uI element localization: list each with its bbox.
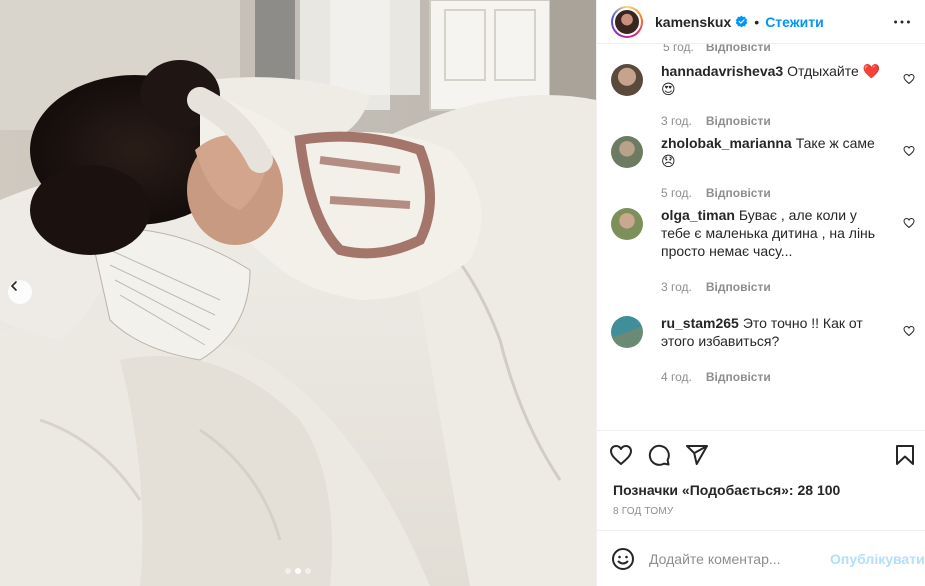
carousel-prev-button[interactable]: [8, 280, 32, 304]
header-separator: •: [754, 13, 760, 30]
reply-button[interactable]: Відповісти: [706, 112, 771, 130]
comment-button[interactable]: [647, 443, 671, 467]
comments-list[interactable]: 5 год. Відповісти hannadavrisheva3 Отдыха…: [597, 44, 925, 430]
reply-button[interactable]: Відповісти: [706, 44, 771, 54]
like-button[interactable]: [609, 443, 633, 467]
comment-meta-partial: 5 год. Відповісти: [597, 44, 925, 62]
post-timestamp: 8 ГОД ТОМУ: [613, 506, 674, 517]
comment-like-button[interactable]: [903, 324, 915, 340]
carousel-dot-active: [295, 568, 301, 574]
heart-outline-icon: [903, 325, 915, 337]
reply-button[interactable]: Відповісти: [706, 368, 771, 386]
comment-time: 3 год.: [661, 280, 692, 294]
comment-like-button[interactable]: [903, 144, 915, 160]
comment-like-button[interactable]: [903, 216, 915, 232]
reply-button[interactable]: Відповісти: [706, 278, 771, 296]
heart-icon: [610, 444, 632, 465]
bookmark-icon: [896, 444, 914, 465]
comment-like-button[interactable]: [903, 72, 915, 88]
heart-outline-icon: [903, 145, 915, 157]
comment-item: zholobak_marianna Таке ж саме😞 5 год. Від…: [597, 134, 925, 206]
photo-illustration: [0, 0, 596, 586]
commenter-username[interactable]: hannadavrisheva3: [661, 63, 783, 79]
post-header: kamenskux • Стежити: [597, 0, 925, 44]
likes-count[interactable]: Позначки «Подобається»: 28 100: [597, 478, 925, 500]
post-photo[interactable]: [0, 0, 596, 586]
follow-button[interactable]: Стежити: [765, 14, 824, 30]
commenter-username[interactable]: olga_timan: [661, 207, 735, 223]
emoji-button[interactable]: [611, 547, 635, 571]
publish-button[interactable]: Опублікувати: [830, 551, 925, 567]
commenter-avatar[interactable]: [611, 316, 643, 348]
comment-item: ru_stam265 Это точно !! Как от этого изба…: [597, 314, 925, 394]
author-username[interactable]: kamenskux: [655, 14, 731, 30]
comment-time: 3 год.: [661, 114, 692, 128]
reply-button[interactable]: Відповісти: [706, 184, 771, 202]
comment-time: 5 год.: [663, 44, 694, 54]
comment-input[interactable]: [649, 550, 830, 567]
heart-outline-icon: [903, 73, 915, 85]
post-side-panel: kamenskux • Стежити 5 год. Відповісти ha…: [596, 0, 925, 586]
carousel-dot: [285, 568, 291, 574]
commenter-username[interactable]: ru_stam265: [661, 315, 739, 331]
share-icon: [686, 444, 708, 465]
save-button[interactable]: [893, 443, 917, 467]
comment-item: olga_timan Буває , але коли у тебе є мале…: [597, 206, 925, 314]
likes-label: Позначки «Подобається»:: [613, 482, 794, 498]
instagram-post-modal: kamenskux • Стежити 5 год. Відповісти ha…: [0, 0, 925, 586]
comment-item: hannadavrisheva3 Отдыхайте ❤️ 😍 3 год. Ві…: [597, 62, 925, 134]
chevron-left-icon: [11, 281, 17, 291]
more-options-button[interactable]: [891, 11, 913, 33]
likes-number: 28 100: [797, 482, 841, 498]
more-horizontal-icon: [894, 20, 910, 23]
commenter-avatar[interactable]: [611, 208, 643, 240]
heart-outline-icon: [903, 217, 915, 229]
comment-time: 5 год.: [661, 186, 692, 200]
commenter-avatar[interactable]: [611, 64, 643, 96]
carousel-dot: [305, 568, 311, 574]
comment-icon: [648, 444, 670, 466]
emoji-icon: [612, 547, 634, 570]
commenter-username[interactable]: zholobak_marianna: [661, 135, 792, 151]
verified-badge-icon: [735, 15, 748, 28]
add-comment-bar: Опублікувати: [597, 530, 925, 586]
author-avatar[interactable]: [611, 5, 643, 38]
post-actions-bar: [597, 430, 925, 478]
commenter-avatar[interactable]: [611, 136, 643, 168]
share-button[interactable]: [685, 443, 709, 467]
carousel-dots: [0, 568, 596, 574]
comment-time: 4 год.: [661, 370, 692, 384]
